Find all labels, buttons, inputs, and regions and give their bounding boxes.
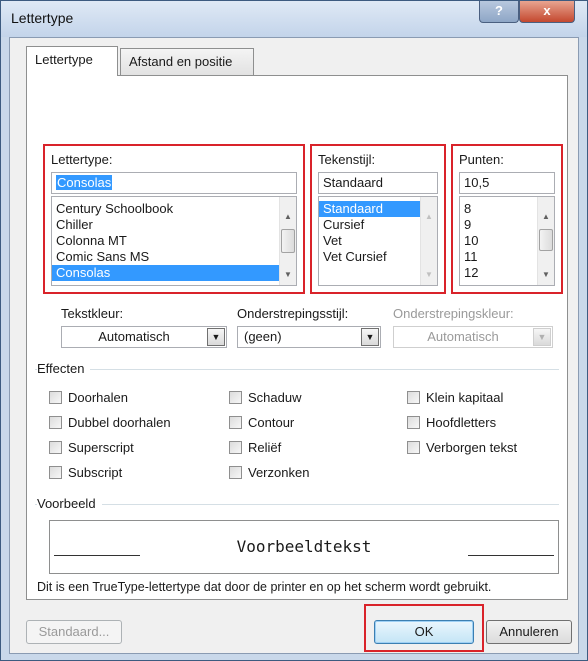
- style-list-scrollbar[interactable]: ▲ ▼: [420, 197, 437, 285]
- style-list-item-selected[interactable]: Standaard: [319, 201, 420, 217]
- effects-title: Effecten: [37, 361, 91, 376]
- scroll-up-icon[interactable]: ▲: [538, 209, 554, 225]
- help-button[interactable]: ?: [479, 1, 519, 23]
- underline-color-value: Automatisch: [427, 329, 499, 344]
- underline-style-select[interactable]: (geen) ▼: [237, 326, 381, 348]
- checkbox-box[interactable]: [407, 416, 420, 429]
- effects-divider: [35, 369, 559, 370]
- checkbox-box[interactable]: [229, 466, 242, 479]
- font-list-item[interactable]: Century Schoolbook: [52, 201, 296, 217]
- checkbox-box[interactable]: [49, 466, 62, 479]
- window-title: Lettertype: [11, 10, 74, 26]
- color-label: Tekstkleur:: [61, 306, 124, 321]
- checkbox-label: Contour: [248, 415, 295, 430]
- close-button[interactable]: x: [519, 1, 575, 23]
- cancel-button[interactable]: Annuleren: [486, 620, 572, 644]
- preview-title: Voorbeeld: [37, 496, 102, 511]
- font-input-value: Consolas: [56, 175, 113, 190]
- checkbox-klein-kapitaal[interactable]: Klein kapitaal: [407, 390, 503, 406]
- checkbox-schaduw[interactable]: Schaduw: [229, 390, 301, 406]
- scroll-thumb[interactable]: [281, 229, 295, 253]
- checkbox-hoofdletters[interactable]: Hoofdletters: [407, 415, 496, 431]
- dialog-body: Lettertype Afstand en positie Lettertype…: [9, 37, 579, 654]
- checkbox-box[interactable]: [407, 441, 420, 454]
- checkbox-verborgen-tekst[interactable]: Verborgen tekst: [407, 440, 517, 456]
- tab-afstand-en-positie[interactable]: Afstand en positie: [120, 48, 254, 75]
- tab-lettertype[interactable]: Lettertype: [26, 46, 118, 76]
- color-select-value: Automatisch: [98, 329, 170, 344]
- scroll-down-icon[interactable]: ▼: [421, 267, 437, 283]
- checkbox-relief[interactable]: Reliëf: [229, 440, 281, 456]
- checkbox-contour[interactable]: Contour: [229, 415, 294, 431]
- checkbox-doorhalen[interactable]: Doorhalen: [49, 390, 128, 406]
- checkbox-label: Subscript: [68, 465, 123, 480]
- checkbox-label: Reliëf: [248, 440, 282, 455]
- checkbox-box[interactable]: [407, 391, 420, 404]
- underline-color-label: Onderstrepingskleur:: [393, 306, 514, 321]
- preview-divider: [35, 504, 559, 505]
- checkbox-label: Schaduw: [248, 390, 302, 405]
- title-bar[interactable]: Lettertype ? x: [1, 1, 587, 37]
- checkbox-label: Superscript: [68, 440, 134, 455]
- size-list[interactable]: 8 9 10 11 12 ▲ ▼: [459, 196, 555, 286]
- ok-button[interactable]: OK: [374, 620, 474, 644]
- scroll-down-icon[interactable]: ▼: [280, 267, 296, 283]
- style-list[interactable]: Standaard Cursief Vet Vet Cursief ▲ ▼: [318, 196, 438, 286]
- checkbox-label: Hoofdletters: [426, 415, 497, 430]
- font-input[interactable]: Consolas: [51, 172, 297, 194]
- font-list[interactable]: Century Schoolbook Chiller Colonna MT Co…: [51, 196, 297, 286]
- scroll-down-icon[interactable]: ▼: [538, 267, 554, 283]
- checkbox-label: Verzonken: [248, 465, 310, 480]
- checkbox-subscript[interactable]: Subscript: [49, 465, 122, 481]
- preview-baseline-right: [468, 555, 554, 556]
- preview-box: Voorbeeldtekst: [49, 520, 559, 574]
- preview-text: Voorbeeldtekst: [236, 537, 372, 556]
- preview-description: Dit is een TrueType-lettertype dat door …: [37, 580, 492, 594]
- size-list-scrollbar[interactable]: ▲ ▼: [537, 197, 554, 285]
- checkbox-superscript[interactable]: Superscript: [49, 440, 134, 456]
- font-dialog: Lettertype ? x Lettertype Afstand en pos…: [0, 0, 588, 661]
- size-label: Punten:: [459, 152, 504, 167]
- font-list-item[interactable]: Chiller: [52, 217, 296, 233]
- font-label: Lettertype:: [51, 152, 113, 167]
- tab-panel: Lettertype: Consolas Century Schoolbook …: [26, 75, 568, 600]
- checkbox-box[interactable]: [49, 391, 62, 404]
- checkbox-box[interactable]: [49, 416, 62, 429]
- chevron-down-icon[interactable]: ▼: [533, 328, 551, 346]
- font-list-item-selected[interactable]: Consolas: [52, 265, 279, 281]
- default-button[interactable]: Standaard...: [26, 620, 122, 644]
- chevron-down-icon[interactable]: ▼: [207, 328, 225, 346]
- underline-style-label: Onderstrepingsstijl:: [237, 306, 349, 321]
- style-input[interactable]: Standaard: [318, 172, 438, 194]
- checkbox-dubbel-doorhalen[interactable]: Dubbel doorhalen: [49, 415, 171, 431]
- font-list-item[interactable]: Comic Sans MS: [52, 249, 296, 265]
- checkbox-box[interactable]: [229, 391, 242, 404]
- style-label: Tekenstijl:: [318, 152, 376, 167]
- checkbox-label: Klein kapitaal: [426, 390, 504, 405]
- checkbox-label: Verborgen tekst: [426, 440, 518, 455]
- checkbox-label: Doorhalen: [68, 390, 128, 405]
- checkbox-box[interactable]: [229, 416, 242, 429]
- font-list-item[interactable]: Colonna MT: [52, 233, 296, 249]
- checkbox-verzonken[interactable]: Verzonken: [229, 465, 309, 481]
- chevron-down-icon[interactable]: ▼: [361, 328, 379, 346]
- font-list-scrollbar[interactable]: ▲ ▼: [279, 197, 296, 285]
- scroll-up-icon[interactable]: ▲: [280, 209, 296, 225]
- color-select[interactable]: Automatisch ▼: [61, 326, 227, 348]
- scroll-thumb[interactable]: [539, 229, 553, 251]
- checkbox-box[interactable]: [49, 441, 62, 454]
- checkbox-box[interactable]: [229, 441, 242, 454]
- underline-style-value: (geen): [244, 329, 282, 344]
- checkbox-label: Dubbel doorhalen: [68, 415, 171, 430]
- size-input[interactable]: 10,5: [459, 172, 555, 194]
- underline-color-select[interactable]: Automatisch ▼: [393, 326, 553, 348]
- scroll-up-icon[interactable]: ▲: [421, 209, 437, 225]
